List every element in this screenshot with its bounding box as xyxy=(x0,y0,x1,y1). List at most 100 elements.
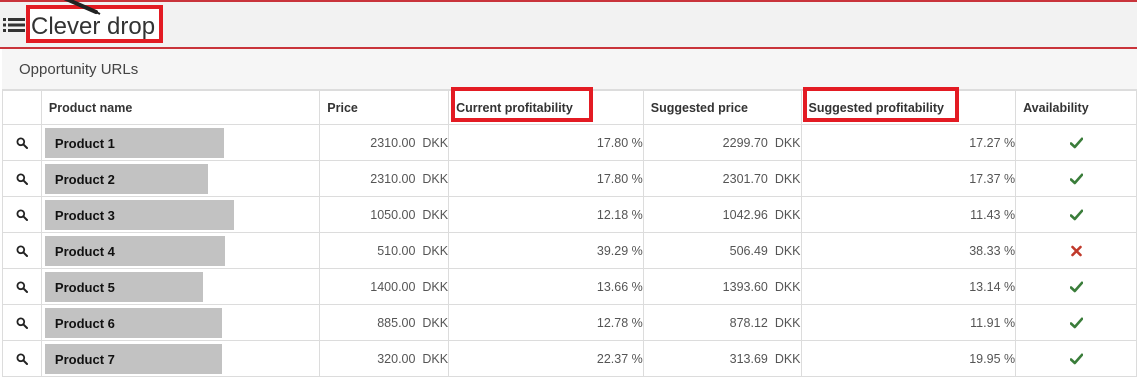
product-name[interactable]: Product 7 xyxy=(55,352,115,367)
price-currency: DKK xyxy=(422,279,449,294)
row-search-cell[interactable] xyxy=(2,304,42,341)
product-name[interactable]: Product 6 xyxy=(55,316,115,331)
current-profitability-cell: 12.78 % xyxy=(448,304,644,341)
price-value: 2310.00 xyxy=(370,171,416,186)
row-search-cell[interactable] xyxy=(2,196,42,233)
current-profitability-cell: 39.29 % xyxy=(448,232,644,269)
row-search-cell[interactable] xyxy=(2,340,42,377)
suggested-price-currency: DKK xyxy=(774,207,801,222)
product-name-cell[interactable]: Product 3 xyxy=(40,196,321,233)
current-profitability-value: 22.37 % xyxy=(596,351,643,366)
col-header-search xyxy=(2,90,42,125)
check-icon xyxy=(1069,353,1083,365)
price-currency: DKK xyxy=(422,135,449,150)
suggested-price-value: 878.12 xyxy=(729,315,768,330)
suggested-price-cell: 2301.70 DKK xyxy=(642,160,802,197)
check-icon xyxy=(1069,209,1083,221)
price-value: 1050.00 xyxy=(370,207,416,222)
search-icon[interactable] xyxy=(16,209,28,222)
product-name[interactable]: Product 1 xyxy=(55,136,115,151)
table-row[interactable]: Product 3 1050.00 DKK 12.18 % 1042.96 DKK 11… xyxy=(2,196,1137,233)
current-profitability-value: 12.78 % xyxy=(596,315,643,330)
col-header-current-profitability[interactable]: Current profitability xyxy=(448,90,644,125)
product-name-cell[interactable]: Product 6 xyxy=(40,304,321,341)
availability-cell xyxy=(1015,196,1137,233)
row-search-cell[interactable] xyxy=(2,124,42,161)
product-name[interactable]: Product 2 xyxy=(55,172,115,187)
suggested-price-cell: 1393.60 DKK xyxy=(642,268,802,305)
suggested-profitability-cell: 38.33 % xyxy=(800,232,1017,269)
price-cell: 1400.00 DKK xyxy=(319,268,450,305)
suggested-price-cell: 506.49 DKK xyxy=(642,232,802,269)
product-name-bar[interactable]: Product 6 xyxy=(44,308,222,338)
current-profitability-value: 13.66 % xyxy=(596,279,643,294)
col-header-availability[interactable]: Availability xyxy=(1015,90,1137,125)
availability-cell xyxy=(1015,340,1137,377)
suggested-price-currency: DKK xyxy=(774,135,801,150)
row-search-cell[interactable] xyxy=(2,268,42,305)
product-name-cell[interactable]: Product 2 xyxy=(40,160,321,197)
panel-title: Opportunity URLs xyxy=(19,61,139,78)
opportunity-table: Product name Price Current profitability… xyxy=(2,90,1137,377)
price-currency: DKK xyxy=(422,351,449,366)
table-row[interactable]: Product 5 1400.00 DKK 13.66 % 1393.60 DKK 13… xyxy=(2,268,1137,305)
product-name-cell[interactable]: Product 7 xyxy=(40,340,321,377)
search-icon[interactable] xyxy=(16,317,28,330)
col-header-suggested-price[interactable]: Suggested price xyxy=(642,90,802,125)
row-search-cell[interactable] xyxy=(2,232,42,269)
top-bar: Clever drop xyxy=(0,0,1137,47)
table-row[interactable]: Product 4 510.00 DKK 39.29 % 506.49 DKK 38.3… xyxy=(2,232,1137,269)
suggested-profitability-value: 13.14 % xyxy=(969,279,1016,294)
suggested-profitability-cell: 17.37 % xyxy=(800,160,1017,197)
price-value: 2310.00 xyxy=(370,135,416,150)
search-icon[interactable] xyxy=(16,281,28,294)
table-row[interactable]: Product 7 320.00 DKK 22.37 % 313.69 DKK 19.9… xyxy=(2,340,1137,377)
table-row[interactable]: Product 2 2310.00 DKK 17.80 % 2301.70 DKK 17… xyxy=(2,160,1137,197)
row-search-cell[interactable] xyxy=(2,160,42,197)
col-header-product-name[interactable]: Product name xyxy=(40,90,321,125)
availability-cell xyxy=(1015,160,1137,197)
product-name-bar[interactable]: Product 5 xyxy=(44,272,203,302)
search-icon[interactable] xyxy=(16,353,28,366)
search-icon[interactable] xyxy=(16,245,28,258)
price-cell: 885.00 DKK xyxy=(319,304,450,341)
suggested-price-currency: DKK xyxy=(774,315,801,330)
suggested-price-currency: DKK xyxy=(774,171,801,186)
product-name[interactable]: Product 5 xyxy=(55,280,115,295)
product-name[interactable]: Product 3 xyxy=(55,208,115,223)
cross-icon xyxy=(1070,245,1082,257)
product-name-bar[interactable]: Product 7 xyxy=(44,344,222,374)
col-header-price[interactable]: Price xyxy=(319,90,450,125)
list-menu-icon[interactable] xyxy=(3,18,25,32)
suggested-price-value: 313.69 xyxy=(729,351,768,366)
product-name-bar[interactable]: Product 3 xyxy=(44,200,234,230)
col-header-suggested-profitability[interactable]: Suggested profitability xyxy=(800,90,1017,125)
product-name-cell[interactable]: Product 5 xyxy=(40,268,321,305)
suggested-price-value: 2299.70 xyxy=(722,135,768,150)
suggested-price-currency: DKK xyxy=(774,351,801,366)
price-cell: 510.00 DKK xyxy=(319,232,450,269)
price-currency: DKK xyxy=(422,207,449,222)
current-profitability-value: 12.18 % xyxy=(596,207,643,222)
suggested-price-cell: 1042.96 DKK xyxy=(642,196,802,233)
product-name-bar[interactable]: Product 4 xyxy=(44,236,225,266)
product-name-cell[interactable]: Product 4 xyxy=(40,232,321,269)
current-profitability-value: 39.29 % xyxy=(596,243,643,258)
table-header-row: Product name Price Current profitability… xyxy=(2,90,1137,125)
table-row[interactable]: Product 1 2310.00 DKK 17.80 % 2299.70 DKK 17… xyxy=(2,124,1137,161)
suggested-price-currency: DKK xyxy=(774,279,801,294)
product-name-bar[interactable]: Product 2 xyxy=(44,164,208,194)
price-value: 1400.00 xyxy=(370,279,416,294)
product-name-bar[interactable]: Product 1 xyxy=(44,128,224,158)
suggested-profitability-value: 11.91 % xyxy=(970,315,1016,330)
product-name[interactable]: Product 4 xyxy=(55,244,115,259)
price-cell: 2310.00 DKK xyxy=(319,124,450,161)
search-icon[interactable] xyxy=(16,173,28,186)
table-row[interactable]: Product 6 885.00 DKK 12.78 % 878.12 DKK 11.9… xyxy=(2,304,1137,341)
product-name-cell[interactable]: Product 1 xyxy=(40,124,321,161)
check-icon xyxy=(1069,281,1083,293)
search-icon[interactable] xyxy=(16,137,28,150)
suggested-profitability-value: 17.27 % xyxy=(969,135,1016,150)
panel-header: Opportunity URLs xyxy=(2,49,1137,90)
suggested-profitability-cell: 13.14 % xyxy=(800,268,1017,305)
